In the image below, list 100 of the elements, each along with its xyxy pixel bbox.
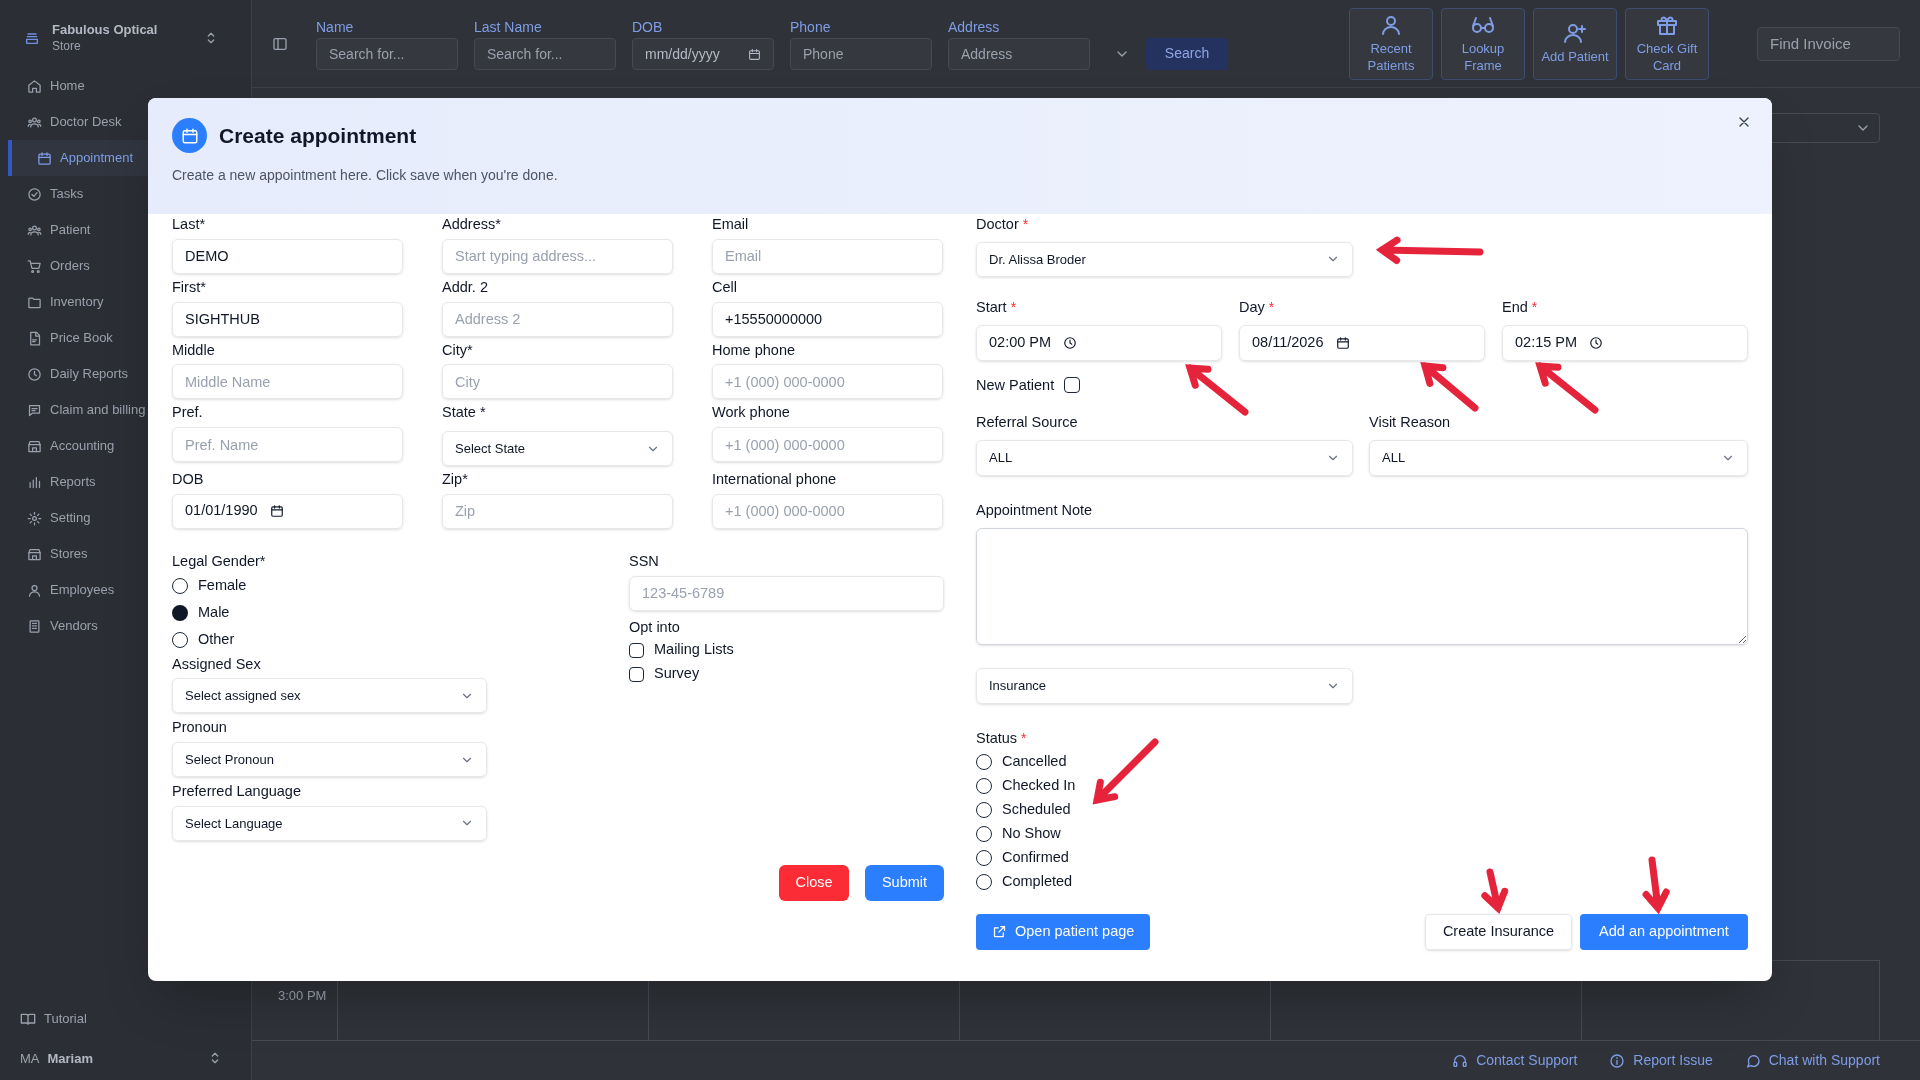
input-field[interactable]: SIGHTHUB (172, 301, 403, 337)
select-field[interactable]: Dr. Alissa Broder (976, 241, 1353, 277)
toolbar-button[interactable]: Check Gift Card (1625, 7, 1709, 80)
search-field[interactable]: Search for... (316, 38, 458, 70)
field-label: Addr. 2 (442, 277, 489, 297)
input-field[interactable]: +1 (000) 000-0000 (712, 493, 943, 529)
input-field[interactable]: Pref. Name (172, 427, 403, 462)
date-field[interactable]: 08/11/2026 (1239, 324, 1485, 361)
input-field[interactable]: Zip (442, 493, 673, 529)
select-field[interactable]: Select assigned sex (172, 678, 487, 714)
required-mark: * (1268, 297, 1275, 317)
annotation-arrow (1420, 362, 1479, 412)
input-field[interactable]: DEMO (172, 238, 403, 274)
field-label: Referral Source (976, 413, 1079, 433)
radio-label[interactable]: Confirmed (1002, 846, 1069, 869)
radio-button[interactable] (976, 825, 992, 842)
radio-label[interactable]: Other (198, 629, 235, 651)
radio-label[interactable]: Completed (1002, 870, 1073, 893)
required-mark: * (1022, 215, 1029, 234)
bar-chart-icon (27, 474, 42, 490)
user-icon (1379, 13, 1403, 38)
radio-label[interactable]: Scheduled (1002, 798, 1071, 821)
input-field[interactable]: +1 (000) 000-0000 (712, 364, 943, 400)
field-label: Visit Reason (1369, 413, 1452, 433)
radio-button[interactable] (976, 849, 992, 866)
select-field[interactable]: Insurance (976, 667, 1353, 704)
radio-button[interactable] (172, 578, 188, 594)
search-field[interactable]: Address (948, 38, 1090, 70)
field-label: First* (172, 277, 207, 297)
open-patient-button[interactable]: Open patient page (976, 913, 1151, 950)
search-button[interactable]: Search (1146, 37, 1228, 70)
invoice-search-field[interactable]: Find Invoice (1757, 26, 1900, 61)
toolbar-button[interactable]: Recent Patients (1349, 7, 1433, 80)
input-field[interactable]: City (442, 364, 673, 400)
field-label: Email (712, 215, 750, 234)
close-button[interactable]: Close (779, 864, 849, 901)
field-label: Legal Gender* (172, 551, 267, 571)
radio-button[interactable] (976, 873, 992, 890)
checkbox[interactable] (1064, 377, 1081, 394)
radio-button[interactable] (172, 605, 188, 621)
footer-link[interactable]: Chat with Support (1744, 1050, 1880, 1071)
radio-label[interactable]: No Show (1002, 822, 1061, 845)
radio-label[interactable]: Cancelled (1002, 750, 1067, 773)
footer-link[interactable]: Contact Support (1452, 1050, 1578, 1071)
field-label: Doctor (976, 215, 1019, 234)
radio-button[interactable] (976, 777, 992, 794)
time-field[interactable]: 02:00 PM (976, 324, 1222, 361)
field-label: Work phone (712, 403, 791, 423)
footer-link[interactable]: Report Issue (1609, 1050, 1713, 1071)
store-type: Store (52, 38, 82, 54)
radio-button[interactable] (976, 753, 992, 770)
input-field[interactable]: Start typing address... (442, 238, 673, 274)
sidebar-item[interactable]: Home (8, 68, 243, 104)
field-label: Preferred Language (172, 782, 302, 801)
field-label: Appointment Note (976, 501, 1094, 520)
radio-button[interactable] (172, 632, 188, 648)
headset-icon (1452, 1052, 1469, 1069)
search-field[interactable]: Phone (790, 38, 932, 70)
field-label: Cell (712, 277, 738, 297)
checkbox[interactable] (629, 642, 644, 658)
time-field[interactable]: 02:15 PM (1502, 324, 1748, 361)
date-field[interactable]: 01/01/1990 (172, 493, 403, 529)
building-icon (27, 618, 42, 634)
tutorial-link[interactable]: Tutorial (20, 1009, 231, 1029)
radio-label[interactable]: Checked In (1002, 774, 1076, 797)
select-field[interactable]: Select Language (172, 805, 487, 841)
search-field[interactable]: Search for... (474, 38, 616, 70)
clock-icon (1589, 335, 1604, 350)
input-field[interactable]: Address 2 (442, 301, 673, 337)
clock-icon (27, 366, 42, 382)
field-label: Pref. (172, 403, 204, 423)
users-icon (27, 222, 42, 238)
create-insurance-button[interactable]: Create Insurance (1425, 913, 1572, 950)
date-field[interactable]: mm/dd/yyyy (632, 38, 774, 70)
input-field[interactable]: Email (712, 238, 943, 274)
field-label: Assigned Sex (172, 654, 262, 674)
calendar-icon (269, 504, 284, 519)
select-field[interactable]: ALL (1369, 440, 1748, 476)
select-field[interactable]: ALL (976, 440, 1353, 476)
checkbox-label[interactable]: Mailing Lists (654, 639, 734, 662)
radio-button[interactable] (976, 801, 992, 818)
required-mark: * (1021, 728, 1027, 748)
chat-icon (1744, 1052, 1761, 1069)
radio-label[interactable]: Female (198, 575, 247, 597)
input-field[interactable]: +15550000000 (712, 301, 943, 337)
checkbox-label[interactable]: New Patient (976, 374, 1055, 397)
submit-button[interactable]: Submit (865, 864, 944, 901)
checkbox[interactable] (629, 666, 644, 682)
input-field[interactable]: +1 (000) 000-0000 (712, 427, 943, 462)
input-field[interactable]: 123-45-6789 (629, 575, 944, 611)
toolbar-button[interactable]: Lookup Frame (1441, 7, 1525, 80)
toolbar-button[interactable]: Add Patient (1533, 7, 1617, 80)
select-field[interactable]: Select Pronoun (172, 742, 487, 777)
radio-label[interactable]: Male (198, 602, 230, 624)
add-appointment-button[interactable]: Add an appointment (1580, 913, 1748, 950)
input-field[interactable]: Middle Name (172, 364, 403, 400)
select-field[interactable]: Select State (442, 431, 673, 466)
checkbox-label[interactable]: Survey (654, 663, 700, 686)
field-label: Pronoun (172, 718, 228, 738)
sidebar-toggle-icon (272, 35, 288, 52)
